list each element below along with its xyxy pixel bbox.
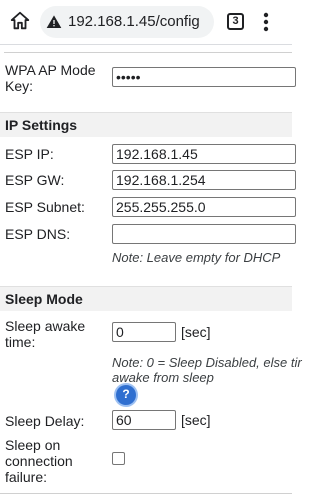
sleep-awake-input[interactable]: 0 — [112, 322, 176, 342]
sleep-delay-label: Sleep Delay: — [5, 413, 85, 429]
more-vert-icon[interactable] — [263, 12, 269, 32]
warning-icon[interactable] — [46, 14, 62, 30]
sleep-failure-label: Sleep on connection failure: — [5, 437, 73, 485]
sleep-awake-label-line1: Sleep awake — [5, 318, 86, 334]
ip-settings-title: IP Settings — [5, 117, 78, 133]
esp-ip-label: ESP IP: — [5, 146, 54, 162]
tabs-icon[interactable]: 3 — [227, 13, 244, 30]
wpa-key-label: WPA AP Mode Key: — [5, 62, 96, 94]
help-symbol: ? — [122, 387, 130, 401]
browser-toolbar: 192.168.1.45/config 3 — [0, 0, 292, 45]
sleep-mode-title: Sleep Mode — [5, 291, 83, 307]
wpa-key-label-line2: Key: — [5, 78, 34, 94]
esp-gw-input[interactable]: 192.168.1.254 — [112, 170, 296, 190]
url-text: 192.168.1.45/config — [68, 13, 200, 30]
esp-dns-label: ESP DNS: — [5, 226, 71, 242]
esp-ip-input[interactable]: 192.168.1.45 — [112, 144, 296, 164]
sleep-mode-header: Sleep Mode — [0, 286, 292, 311]
sleep-failure-label-line1: Sleep on — [5, 437, 61, 453]
esp-subnet-input[interactable]: 255.255.255.0 — [112, 197, 296, 217]
sleep-awake-unit: [sec] — [181, 324, 211, 340]
sleep-delay-unit: [sec] — [181, 412, 211, 428]
sleep-awake-label-line2: time: — [5, 334, 36, 350]
sleep-failure-label-line2: connection — [5, 453, 73, 469]
dhcp-note: Note: Leave empty for DHCP — [112, 250, 281, 265]
sleep-delay-input[interactable]: 60 — [112, 410, 176, 430]
wpa-key-input[interactable]: ••••• — [112, 67, 296, 87]
tab-count: 3 — [232, 15, 239, 27]
ip-settings-header: IP Settings — [0, 112, 292, 137]
sleep-note-line1: Note: 0 = Sleep Disabled, else tir — [112, 355, 302, 370]
esp-gw-label: ESP GW: — [5, 172, 65, 188]
esp-subnet-label: ESP Subnet: — [5, 199, 85, 215]
divider-bottom — [0, 493, 292, 494]
wpa-key-label-line1: WPA AP Mode — [5, 62, 96, 78]
sleep-failure-checkbox[interactable] — [112, 452, 125, 465]
sleep-note-line2: awake from sleep — [112, 370, 214, 385]
sleep-failure-label-line3: failure: — [5, 469, 48, 485]
home-icon[interactable] — [9, 10, 31, 32]
help-icon[interactable]: ? — [116, 385, 136, 405]
sleep-awake-label: Sleep awake time: — [5, 318, 85, 350]
esp-dns-input[interactable] — [112, 224, 296, 244]
divider — [4, 52, 292, 53]
address-bar[interactable]: 192.168.1.45/config — [40, 6, 214, 38]
